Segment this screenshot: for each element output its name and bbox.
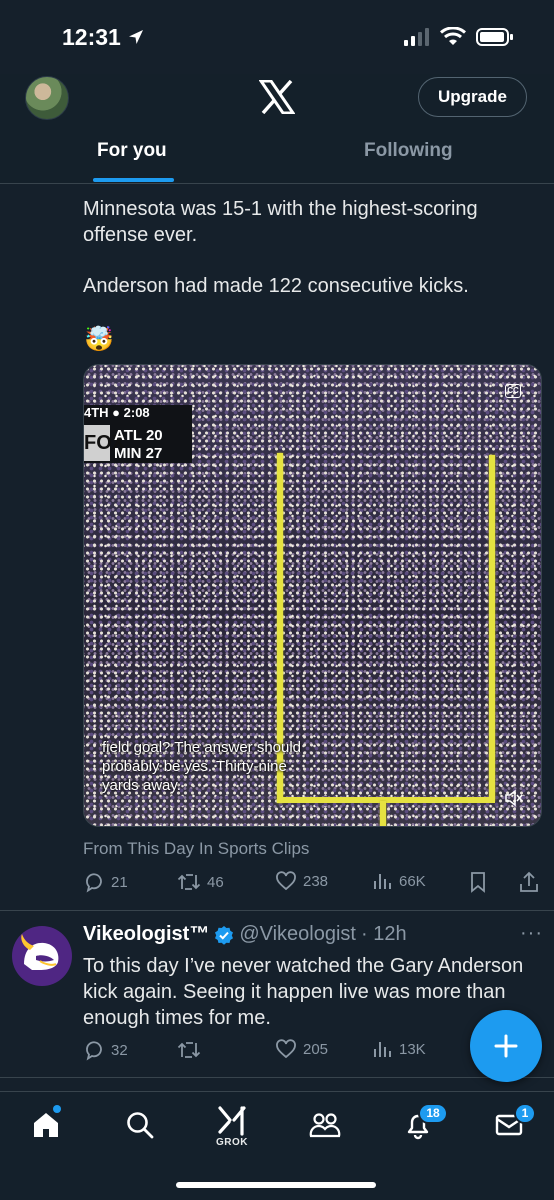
reply-button[interactable]: 32 (83, 1039, 128, 1061)
score-team-2: MIN 27 (114, 445, 163, 462)
post-text-line: Anderson had made 122 consecutive kicks. (83, 275, 469, 297)
muted-speaker-icon[interactable] (504, 789, 524, 807)
reply-text-line: To this day I’ve never watched the Gary … (83, 955, 524, 977)
profile-avatar[interactable] (25, 76, 69, 120)
share-button[interactable] (519, 871, 539, 893)
reply-timestamp: · 12h (361, 923, 407, 945)
nav-communities[interactable] (309, 1110, 341, 1145)
video-player[interactable]: 4TH ● 2:08 FOX ATL 20 MIN 27 CC field go… (83, 364, 542, 827)
notifications-badge: 18 (418, 1103, 448, 1124)
plus-icon (494, 1034, 518, 1058)
video-caption: field goal? The answer should probably b… (102, 738, 372, 795)
like-count: 238 (303, 872, 329, 890)
grok-label: GROK (216, 1137, 248, 1148)
reply-header: Vikeologist™ @Vikeologist · 12h (83, 923, 407, 946)
nav-search[interactable] (125, 1110, 155, 1145)
tab-following[interactable]: Following (364, 140, 453, 162)
nav-home[interactable] (31, 1110, 61, 1145)
reply-icon (86, 873, 102, 893)
post-text-line: Minnesota was 15-1 with the highest-scor… (83, 198, 478, 220)
video-source[interactable]: From This Day In Sports Clips (83, 839, 309, 859)
home-new-indicator (53, 1105, 61, 1113)
verified-badge-icon (215, 925, 234, 945)
caption-line: probably be yes. Thirty-nine (102, 758, 287, 775)
reply-count: 32 (111, 1041, 128, 1059)
location-arrow-icon (128, 30, 143, 44)
view-count: 66K (399, 872, 426, 890)
goalpost-crossbar (277, 797, 495, 803)
heart-icon (276, 1039, 296, 1059)
communities-icon (309, 1113, 341, 1138)
game-clock: 4TH ● 2:08 (84, 405, 150, 420)
repost-count: 46 (207, 873, 224, 891)
reply-icon (86, 1041, 102, 1061)
post-text-line: offense ever. (83, 224, 198, 246)
repost-button[interactable]: 46 (177, 871, 224, 893)
wifi-icon (440, 27, 466, 45)
caption-line: yards away. (102, 777, 181, 794)
status-icons (404, 27, 514, 47)
score-team-1: ATL 20 (114, 427, 163, 444)
reply-divider (0, 1077, 554, 1078)
reply-author-name[interactable]: Vikeologist™ (83, 923, 209, 946)
search-icon (127, 1112, 154, 1139)
view-count: 13K (399, 1040, 426, 1058)
views-button[interactable]: 13K (373, 1039, 426, 1059)
grok-icon (218, 1106, 246, 1136)
nav-grok[interactable] (216, 1106, 248, 1141)
bookmark-button[interactable] (469, 871, 487, 893)
messages-badge: 1 (514, 1103, 536, 1124)
network-logo: FOX (84, 425, 125, 461)
home-icon (34, 1113, 58, 1137)
vikings-helmet-icon (21, 934, 59, 970)
vikings-avatar[interactable] (12, 926, 72, 986)
bookmark-icon (471, 872, 485, 893)
battery-icon (476, 28, 513, 46)
active-tab-indicator (93, 178, 174, 182)
closed-captions-icon[interactable]: CC (505, 384, 521, 398)
top-header: Upgrade For you Following (0, 74, 554, 184)
signal-icon (404, 28, 429, 46)
reply-text-line: kick again. Seeing it happen live was mo… (83, 981, 506, 1003)
heart-icon (276, 871, 296, 891)
upgrade-button[interactable]: Upgrade (418, 77, 527, 117)
reply-count: 21 (111, 873, 128, 891)
post-action-row: 21 46 238 66K (83, 871, 543, 895)
reply-button[interactable]: 21 (83, 871, 128, 893)
goalpost-base (380, 801, 386, 826)
views-icon (374, 1042, 391, 1057)
like-count: 205 (303, 1040, 329, 1058)
like-button[interactable]: 205 (275, 1039, 328, 1059)
compose-button[interactable] (470, 1010, 542, 1082)
mind-blown-emoji: 🤯 (84, 325, 114, 353)
share-icon (520, 871, 538, 892)
like-button[interactable]: 238 (275, 871, 328, 891)
reply-text-line: enough times for me. (83, 1007, 271, 1029)
post-divider (0, 910, 554, 911)
caption-line: field goal? The answer should (102, 739, 302, 756)
repost-icon (177, 1042, 201, 1058)
x-logo-icon (259, 80, 295, 114)
repost-button[interactable] (177, 1039, 207, 1061)
views-button[interactable]: 66K (373, 871, 426, 891)
reply-handle[interactable]: @Vikeologist (239, 923, 356, 946)
repost-icon (177, 874, 201, 890)
status-time: 12:31 (62, 24, 145, 51)
more-options-icon[interactable]: ··· (520, 922, 543, 945)
views-icon (374, 874, 391, 889)
home-indicator (176, 1182, 376, 1188)
clock-text: 12:31 (62, 23, 121, 50)
status-bar: 12:31 (0, 0, 554, 74)
goalpost-right-upright (489, 455, 495, 801)
tab-for-you[interactable]: For you (97, 140, 167, 162)
